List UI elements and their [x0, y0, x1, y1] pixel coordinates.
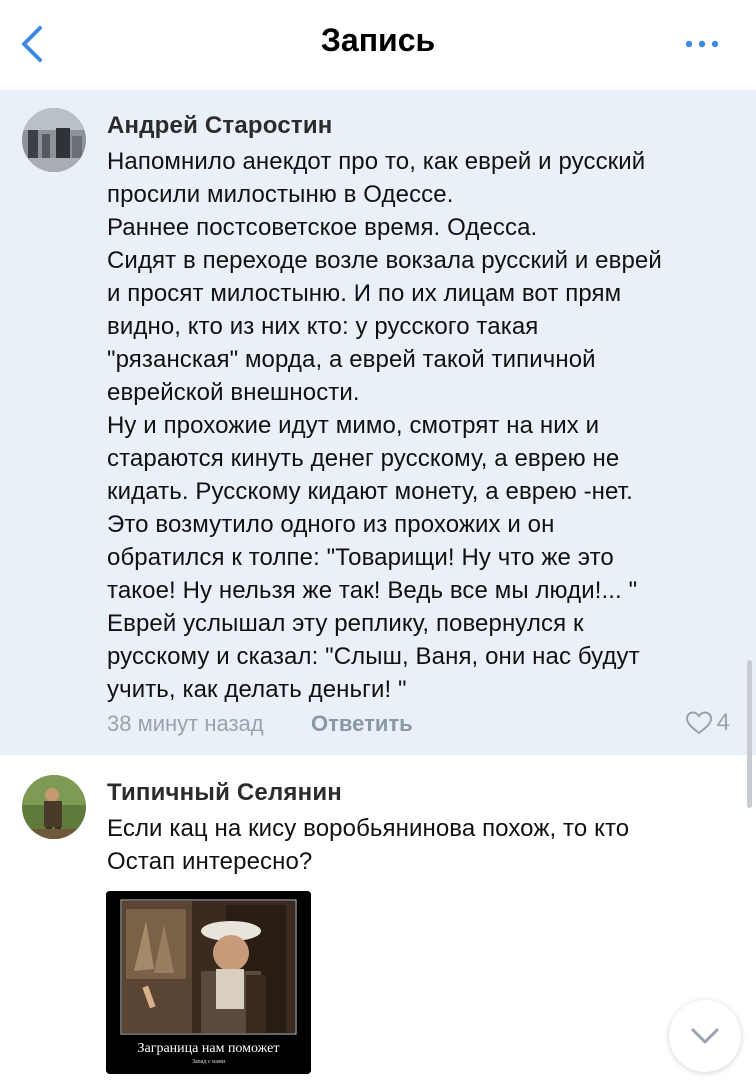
like-button[interactable]: 4 [685, 709, 730, 737]
heart-icon [685, 711, 712, 735]
image-subcaption: Запад с нами [191, 1059, 226, 1065]
top-bar: Запись [0, 0, 756, 90]
comment-author[interactable]: Андрей Старостин [107, 112, 332, 140]
reply-button[interactable]: Ответить [311, 711, 413, 737]
comment-text: Если кац на кису воробьянинова похож, то… [107, 815, 630, 875]
attached-image[interactable]: Заграница нам поможет Запад с нами [106, 891, 311, 1074]
comment-text: Напомнило анекдот про то, как еврей и ру… [107, 148, 662, 703]
scroll-down-button[interactable] [669, 1000, 741, 1072]
comment-item: Андрей Старостин Напомнило анекдот про т… [0, 90, 756, 755]
page-title: Запись [320, 22, 436, 58]
more-dots-icon [685, 40, 719, 48]
image-caption: Заграница нам поможет [137, 1041, 280, 1056]
comment-timestamp: 38 минут назад [107, 711, 264, 736]
comment-item: Типичный Селянин Если кац на кису воробь… [0, 755, 756, 1080]
avatar[interactable] [22, 108, 86, 172]
like-count: 4 [716, 709, 730, 736]
chevron-down-icon [691, 1028, 719, 1044]
avatar[interactable] [22, 775, 86, 839]
more-button[interactable] [684, 36, 720, 52]
comment-author[interactable]: Типичный Селянин [107, 779, 342, 807]
scrollbar[interactable] [747, 660, 752, 808]
